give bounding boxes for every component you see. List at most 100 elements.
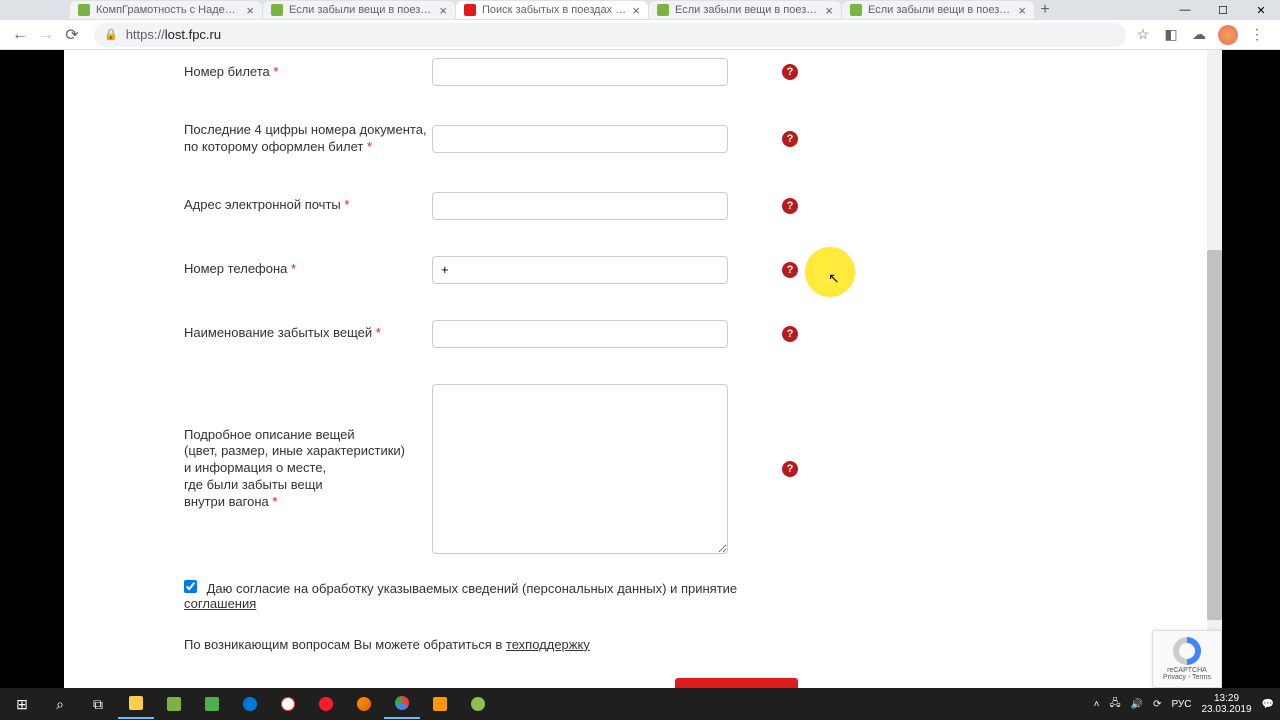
tray-sync-icon[interactable]: ⟳ bbox=[1153, 699, 1161, 710]
tab-1[interactable]: Если забыли вещи в поезде РЖ × bbox=[263, 1, 455, 19]
favicon-green bbox=[78, 4, 90, 16]
app-green-icon[interactable] bbox=[194, 689, 230, 719]
favicon-green bbox=[657, 4, 669, 16]
close-icon[interactable]: × bbox=[246, 3, 254, 18]
description-label: Подробное описание вещей (цвет, размер, … bbox=[184, 427, 432, 511]
row-doc-digits: Последние 4 цифры номера документа, по к… bbox=[168, 94, 814, 164]
tab-2-active[interactable]: Поиск забытых в поездах веще × bbox=[456, 1, 648, 19]
recaptcha-badge[interactable]: reCAPTCHA Privacy - Terms bbox=[1152, 630, 1222, 688]
opera-icon[interactable] bbox=[308, 689, 344, 719]
support-link[interactable]: техподдержку bbox=[506, 637, 590, 652]
star-icon[interactable]: ☆ bbox=[1134, 26, 1152, 44]
row-description: Подробное описание вещей (цвет, размер, … bbox=[168, 356, 814, 562]
clock-time: 13:29 bbox=[1201, 693, 1251, 704]
back-button[interactable]: ← bbox=[8, 23, 32, 47]
submit-row: Подать заявку bbox=[168, 670, 814, 688]
maximize-button[interactable]: ☐ bbox=[1204, 0, 1242, 20]
libreoffice-icon[interactable] bbox=[156, 689, 192, 719]
url-box[interactable]: 🔒 https://lost.fpc.ru bbox=[94, 23, 1126, 47]
favicon-green bbox=[271, 4, 283, 16]
ext-shield-icon[interactable]: ◧ bbox=[1162, 26, 1180, 44]
recaptcha-logo-icon bbox=[1173, 637, 1201, 665]
browser-chrome: КомпГрамотность с Надеждой × Если забыли… bbox=[0, 0, 1280, 50]
phone-input[interactable] bbox=[432, 256, 728, 284]
tab-4[interactable]: Если забыли вещи в поезде РЖ × bbox=[842, 1, 1034, 19]
doc-digits-input[interactable] bbox=[432, 125, 728, 153]
ticket-number-input[interactable] bbox=[432, 58, 728, 86]
submit-button[interactable]: Подать заявку bbox=[675, 678, 798, 688]
forward-button[interactable]: → bbox=[34, 23, 58, 47]
favicon-rzd bbox=[464, 4, 476, 16]
url-text: https://lost.fpc.ru bbox=[126, 27, 221, 42]
search-icon[interactable]: ⌕ bbox=[42, 689, 78, 719]
help-icon[interactable]: ? bbox=[782, 64, 798, 80]
yandex-icon[interactable] bbox=[270, 689, 306, 719]
close-icon[interactable]: × bbox=[439, 3, 447, 18]
consent-text: Даю согласие на обработку указываемых св… bbox=[207, 581, 738, 596]
tab-0[interactable]: КомпГрамотность с Надеждой × bbox=[70, 1, 262, 19]
help-icon[interactable]: ? bbox=[782, 262, 798, 278]
help-icon[interactable]: ? bbox=[782, 461, 798, 477]
tab-title: КомпГрамотность с Надеждой bbox=[96, 4, 240, 16]
taskbar-left: ⊞ ⌕ ⧉ bbox=[0, 689, 496, 719]
tray-chevron-icon[interactable]: ˄ bbox=[1094, 699, 1100, 710]
menu-icon[interactable]: ⋮ bbox=[1248, 26, 1266, 44]
recaptcha-links: Privacy - Terms bbox=[1163, 674, 1211, 681]
row-items-name: Наименование забытых вещей * ? bbox=[168, 292, 814, 356]
lost-items-form: Номер билета * ? Последние 4 цифры номер… bbox=[168, 50, 814, 688]
tab-title: Если забыли вещи в поезде РЖ bbox=[289, 4, 433, 16]
explorer-icon[interactable] bbox=[118, 689, 154, 719]
row-ticket-number: Номер билета * ? bbox=[168, 50, 814, 94]
close-icon[interactable]: × bbox=[825, 3, 833, 18]
help-icon[interactable]: ? bbox=[782, 326, 798, 342]
consent-row: Даю согласие на обработку указываемых св… bbox=[168, 562, 814, 619]
tray-notifications-icon[interactable]: 💬 bbox=[1262, 699, 1274, 710]
favicon-green bbox=[850, 4, 862, 16]
email-label: Адрес электронной почты * bbox=[184, 197, 432, 214]
consent-checkbox[interactable] bbox=[184, 580, 197, 593]
ext-cloud-icon[interactable]: ☁ bbox=[1190, 26, 1208, 44]
description-textarea[interactable] bbox=[432, 384, 728, 554]
support-row: По возникающим вопросам Вы можете обрати… bbox=[168, 619, 814, 670]
window-controls: — ☐ ✕ bbox=[1166, 0, 1280, 20]
tab-title: Если забыли вещи в поезде РЖ bbox=[868, 4, 1012, 16]
task-view-icon[interactable]: ⧉ bbox=[80, 689, 116, 719]
tray-lang[interactable]: РУС bbox=[1171, 699, 1191, 710]
reload-button[interactable]: ⟳ bbox=[60, 23, 84, 47]
items-name-label: Наименование забытых вещей * bbox=[184, 325, 432, 342]
clock-date: 23.03.2019 bbox=[1201, 704, 1251, 715]
phone-label: Номер телефона * bbox=[184, 261, 432, 278]
doc-digits-label: Последние 4 цифры номера документа, по к… bbox=[184, 122, 432, 156]
help-icon[interactable]: ? bbox=[782, 131, 798, 147]
ticket-number-label: Номер билета * bbox=[184, 64, 432, 81]
extension-icons: ☆ ◧ ☁ ⋮ bbox=[1134, 25, 1266, 45]
cursor-arrow-icon: ↖ bbox=[828, 270, 840, 287]
close-window-button[interactable]: ✕ bbox=[1242, 0, 1280, 20]
consent-link[interactable]: соглашения bbox=[184, 596, 256, 611]
profile-avatar[interactable] bbox=[1218, 25, 1238, 45]
app-orange-icon[interactable] bbox=[422, 689, 458, 719]
letterbox-left bbox=[0, 50, 64, 688]
chrome-icon[interactable] bbox=[384, 689, 420, 719]
tray-network-icon[interactable]: 🖧 bbox=[1109, 696, 1120, 713]
help-icon[interactable]: ? bbox=[782, 198, 798, 214]
firefox-icon[interactable] bbox=[346, 689, 382, 719]
minimize-button[interactable]: — bbox=[1166, 0, 1204, 20]
close-icon[interactable]: × bbox=[1018, 3, 1026, 18]
tab-3[interactable]: Если забыли вещи в поезде РЖ × bbox=[649, 1, 841, 19]
scrollbar-thumb[interactable] bbox=[1207, 250, 1222, 620]
email-input[interactable] bbox=[432, 192, 728, 220]
tray-volume-icon[interactable]: 🔊 bbox=[1131, 699, 1143, 710]
address-bar: ← → ⟳ 🔒 https://lost.fpc.ru ☆ ◧ ☁ ⋮ bbox=[0, 20, 1280, 50]
edge-icon[interactable] bbox=[232, 689, 268, 719]
taskbar-clock[interactable]: 13:29 23.03.2019 bbox=[1201, 693, 1251, 715]
new-tab-button[interactable]: + bbox=[1035, 1, 1055, 19]
close-icon[interactable]: × bbox=[632, 3, 640, 18]
start-button[interactable]: ⊞ bbox=[4, 689, 40, 719]
scrollbar-track[interactable] bbox=[1207, 50, 1222, 688]
support-text: По возникающим вопросам Вы можете обрати… bbox=[184, 637, 506, 652]
letterbox-right bbox=[1222, 50, 1280, 688]
items-name-input[interactable] bbox=[432, 320, 728, 348]
tab-bar: КомпГрамотность с Надеждой × Если забыли… bbox=[0, 0, 1280, 20]
app-lime-icon[interactable] bbox=[460, 689, 496, 719]
